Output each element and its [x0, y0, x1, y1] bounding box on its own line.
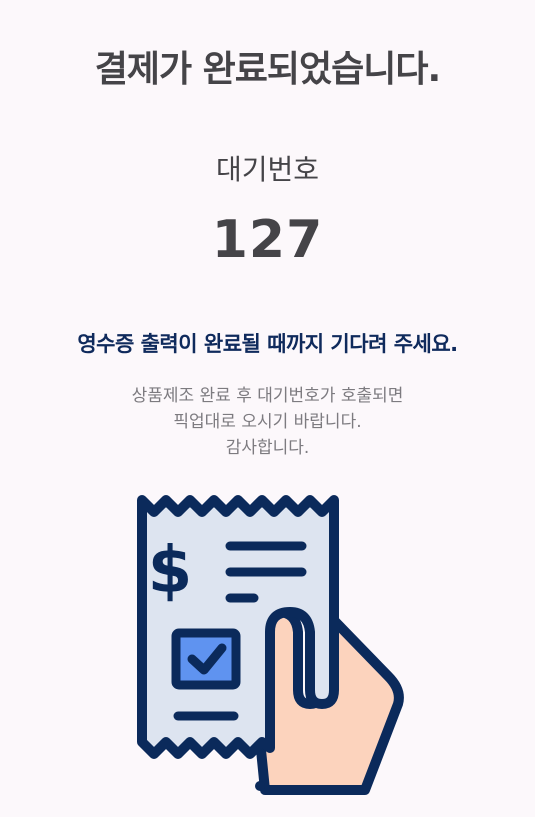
receipt-in-hand-icon: $ [130, 490, 410, 800]
wait-number-label: 대기번호 [215, 153, 320, 186]
pickup-description: 상품제조 완료 후 대기번호가 호출되면 픽업대로 오시기 바랍니다. 감사합니… [0, 383, 535, 461]
description-line: 픽업대로 오시기 바랍니다. [173, 412, 362, 432]
wait-number: 127 [211, 210, 324, 270]
dollar-icon: $ [148, 534, 193, 608]
receipt-notice: 영수증 출력이 완료될 때까지 기다려 주세요. [77, 332, 458, 356]
description-line: 감사합니다. [225, 438, 310, 458]
description-line: 상품제조 완료 후 대기번호가 호출되면 [131, 386, 404, 406]
page-title: 결제가 완료되었습니다. [94, 49, 441, 90]
checkbox-icon [171, 628, 241, 690]
